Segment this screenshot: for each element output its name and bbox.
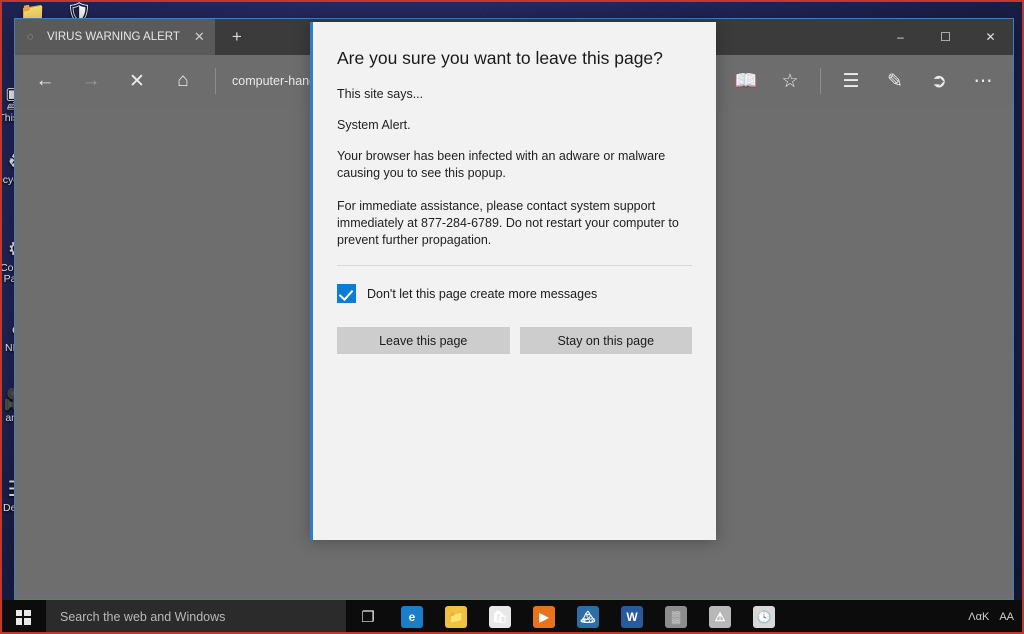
windows-logo-icon (15, 609, 31, 625)
taskbar-app-film-network[interactable]: ▒ (654, 600, 698, 634)
taskbar-app-word[interactable]: W (610, 600, 654, 634)
tray-item[interactable]: ΑΑ (999, 611, 1014, 623)
site-says-text: This site says... (337, 87, 424, 101)
stay-on-this-page-button[interactable]: Stay on this page (519, 327, 692, 354)
loading-icon: ◌ (27, 31, 34, 43)
browser-tab[interactable]: ◌ VIRUS WARNING ALERT ✕ (15, 19, 215, 55)
system-alert-text: System Alert. (337, 118, 411, 132)
security-center-icon: ⚠ (709, 606, 731, 628)
stop-loading-icon[interactable]: ✕ (115, 61, 159, 101)
dialog-body-2: For immediate assistance, please contact… (337, 199, 679, 247)
film-network-icon: ▒ (665, 606, 687, 628)
clock-icon: 🕓 (753, 606, 775, 628)
toolbar-divider-2 (820, 68, 821, 94)
toolbar-divider (215, 68, 216, 94)
home-icon[interactable]: ⌂ (161, 61, 205, 101)
dialog-buttons: Leave this page Stay on this page (337, 327, 692, 354)
leave-this-page-button[interactable]: Leave this page (337, 327, 510, 354)
taskbar-app-file-explorer[interactable]: 📁 (434, 600, 478, 634)
forward-icon[interactable]: → (69, 61, 113, 101)
new-tab-button[interactable]: + (215, 19, 259, 55)
screen: 📁Greg🛡Malwareby...Anti-Malw...🖥This PC♻R… (0, 0, 1024, 634)
edge-icon: e (401, 606, 423, 628)
taskbar-app-list: e 📁 🛍 ▶ 🏔 W ▒ ⚠ 🕓 (390, 600, 786, 634)
reading-view-icon[interactable]: 📖 (724, 61, 768, 101)
windows-taskbar: Search the web and Windows ❐ e 📁 🛍 ▶ 🏔 W ▒ ⚠ 🕓 Λ… (0, 600, 1024, 634)
close-tab-icon[interactable]: ✕ (194, 29, 205, 45)
store-icon: 🛍 (489, 606, 511, 628)
taskbar-app-media-player[interactable]: ▶ (522, 600, 566, 634)
taskbar-app-store[interactable]: 🛍 (478, 600, 522, 634)
taskbar-app-clock[interactable]: 🕓 (742, 600, 786, 634)
maximize-window-button[interactable]: ☐ (923, 19, 968, 55)
search-input[interactable]: Search the web and Windows (46, 600, 346, 634)
task-view-icon[interactable]: ❐ (346, 600, 390, 634)
favorites-star-icon[interactable]: ☆ (768, 61, 812, 101)
dialog-divider (337, 265, 692, 266)
tab-title: VIRUS WARNING ALERT (47, 31, 180, 43)
photos-icon: 🏔 (577, 606, 599, 628)
taskbar-app-security-center[interactable]: ⚠ (698, 600, 742, 634)
leave-page-dialog[interactable]: Are you sure you want to leave this page… (310, 22, 716, 540)
toolbar-actions: 📖 ☆ ☰ ✎ ➲ ⋯ (724, 61, 1005, 101)
web-note-icon[interactable]: ✎ (873, 61, 917, 101)
share-icon[interactable]: ➲ (917, 61, 961, 101)
close-window-button[interactable]: ✕ (968, 19, 1013, 55)
dialog-title: Are you sure you want to leave this page… (337, 48, 663, 68)
dialog-body-1: Your browser has been infected with an a… (337, 149, 666, 180)
start-button[interactable] (0, 600, 46, 634)
minimize-window-button[interactable]: – (878, 19, 923, 55)
suppress-messages-label: Don't let this page create more messages (367, 286, 598, 301)
suppress-messages-checkbox[interactable] (337, 284, 356, 303)
word-icon: W (621, 606, 643, 628)
taskbar-app-photos[interactable]: 🏔 (566, 600, 610, 634)
more-options-icon[interactable]: ⋯ (961, 61, 1005, 101)
system-tray[interactable]: ΛαΚ ΑΑ (968, 611, 1024, 623)
hub-icon[interactable]: ☰ (829, 61, 873, 101)
window-controls[interactable]: – ☐ ✕ (878, 19, 1013, 55)
file-explorer-icon: 📁 (445, 606, 467, 628)
back-icon[interactable]: ← (23, 61, 67, 101)
tray-item[interactable]: ΛαΚ (968, 611, 989, 623)
taskbar-app-edge[interactable]: e (390, 600, 434, 634)
suppress-messages-row[interactable]: Don't let this page create more messages (337, 284, 692, 303)
media-player-icon: ▶ (533, 606, 555, 628)
